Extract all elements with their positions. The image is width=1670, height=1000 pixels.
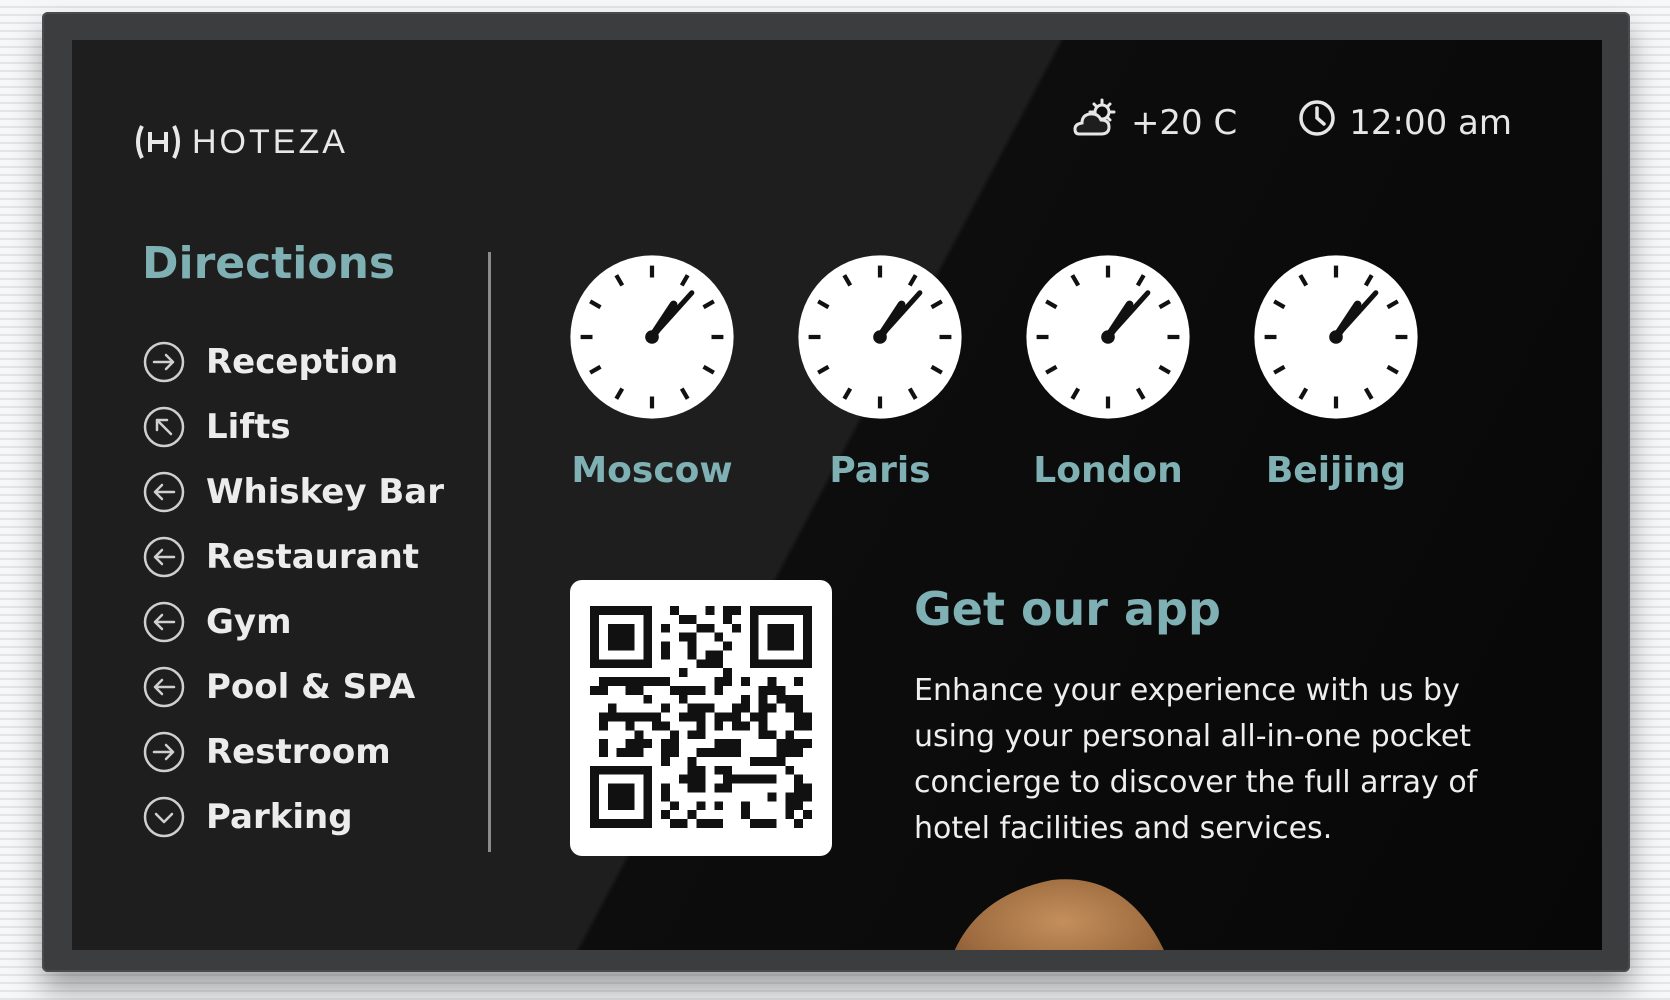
arrow-down-circle-icon [143, 796, 185, 837]
status-bar: +20 C 12:00 am [1071, 98, 1512, 147]
direction-item-reception[interactable]: Reception [142, 329, 472, 394]
direction-item-gym[interactable]: Gym [142, 589, 472, 654]
directions-list: Reception Lifts Whiskey Bar Restaurant G… [142, 329, 472, 849]
time-text: 12:00 am [1349, 102, 1512, 143]
clock-city-label: Beijing [1265, 450, 1407, 491]
direction-label: Pool & SPA [206, 666, 416, 707]
arrow-right-circle-icon [143, 341, 185, 382]
clock-city-label: Moscow [571, 450, 733, 491]
arrow-up-left-circle-icon [143, 406, 185, 447]
direction-item-whiskey-bar[interactable]: Whiskey Bar [142, 459, 472, 524]
direction-label: Lifts [206, 406, 291, 447]
direction-label: Restroom [206, 731, 391, 772]
direction-item-pool-spa[interactable]: Pool & SPA [142, 654, 472, 719]
world-clock-paris: Paris [790, 252, 970, 491]
world-clock-moscow: Moscow [562, 252, 742, 491]
arrow-left-circle-icon [143, 471, 185, 512]
direction-label: Gym [206, 601, 292, 642]
directions-title: Directions [142, 238, 396, 289]
world-clocks: Moscow Paris London Beijing [562, 252, 1426, 491]
direction-item-parking[interactable]: Parking [142, 784, 472, 849]
app-promo-title: Get our app [914, 582, 1221, 636]
hoteza-logo-icon [132, 122, 184, 162]
weather-status: +20 C [1071, 98, 1237, 147]
world-clock-beijing: Beijing [1246, 252, 1426, 491]
temperature-text: +20 C [1130, 102, 1238, 143]
arrow-left-circle-icon [143, 536, 185, 577]
hoteza-logo: HOTEZA [132, 122, 348, 162]
clock-city-label: Paris [829, 450, 931, 491]
arrow-right-circle-icon [143, 731, 185, 772]
panel-divider [488, 252, 491, 852]
direction-label: Reception [206, 341, 399, 382]
viewer-head-silhouette [932, 860, 1192, 950]
qr-code-icon [590, 606, 812, 828]
analog-clock-icon [570, 255, 734, 419]
analog-clock-icon [1254, 255, 1418, 419]
arrow-left-circle-icon [143, 601, 185, 642]
app-qr-code[interactable] [570, 580, 832, 856]
time-status: 12:00 am [1297, 98, 1512, 147]
direction-label: Restaurant [206, 536, 420, 577]
logo-text: HOTEZA [192, 122, 348, 161]
cloud-sun-icon [1071, 98, 1119, 147]
app-promo-description: Enhance your experience with us by using… [914, 673, 1478, 846]
arrow-left-circle-icon [143, 666, 185, 707]
direction-item-restroom[interactable]: Restroom [142, 719, 472, 784]
direction-item-lifts[interactable]: Lifts [142, 394, 472, 459]
direction-label: Whiskey Bar [206, 471, 444, 512]
direction-label: Parking [206, 796, 353, 837]
analog-clock-icon [798, 255, 962, 419]
clock-city-label: London [1033, 450, 1183, 491]
signage-screen: HOTEZA +20 C 12:00 am Directions Recepti… [72, 40, 1602, 950]
direction-item-restaurant[interactable]: Restaurant [142, 524, 472, 589]
clock-icon [1297, 98, 1337, 147]
analog-clock-icon [1026, 255, 1190, 419]
world-clock-london: London [1018, 252, 1198, 491]
directions-panel: Directions Reception Lifts Whiskey Bar R… [142, 238, 472, 849]
